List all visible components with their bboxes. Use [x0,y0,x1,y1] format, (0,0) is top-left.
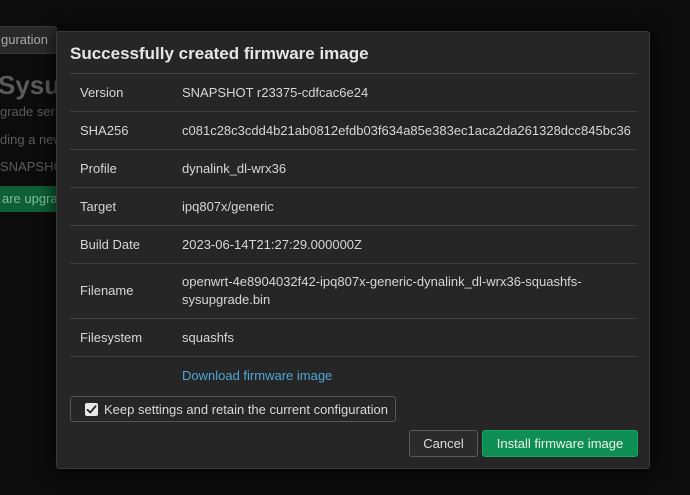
table-row: Version SNAPSHOT r23375-cdfcac6e24 [70,73,637,112]
row-value-target: ipq807x/generic [182,199,274,214]
row-key-target: Target [80,199,117,214]
checkmark-icon [86,404,97,413]
table-row: Build Date 2023-06-14T21:27:29.000000Z [70,225,637,264]
download-firmware-link[interactable]: Download firmware image [182,368,332,383]
background-text-line: ding a new [0,132,63,147]
row-value-sha256: c081c28c3cdd4b21ab0812efdb03f634a85e383e… [182,123,631,138]
dialog-title: Successfully created firmware image [70,44,369,63]
table-row: Filesystem squashfs [70,318,637,357]
row-value-build-date: 2023-06-14T21:27:29.000000Z [182,237,362,252]
row-key-filename: Filename [80,283,134,298]
row-key-profile: Profile [80,161,117,176]
table-row: Target ipq807x/generic [70,187,637,226]
install-firmware-button[interactable]: Install firmware image [482,430,638,457]
keep-settings-label: Keep settings and retain the current con… [104,401,389,417]
table-row: Filename openwrt-4e8904032f42-ipq807x-ge… [70,263,637,319]
firmware-info-table: Version SNAPSHOT r23375-cdfcac6e24 SHA25… [70,73,637,394]
table-row: Download firmware image [70,356,637,395]
row-key-version: Version [80,85,124,100]
table-row: Profile dynalink_dl-wrx36 [70,149,637,188]
table-row: SHA256 c081c28c3cdd4b21ab0812efdb03f634a… [70,111,637,150]
background-tab-configuration[interactable]: guration [0,26,57,54]
firmware-created-dialog: Successfully created firmware image Vers… [56,31,650,469]
download-cell: Download firmware image [172,357,637,395]
background-text-line: grade ser [0,104,55,119]
row-key-build-date: Build Date [80,237,140,252]
cancel-button[interactable]: Cancel [409,430,478,457]
keep-settings-checkbox[interactable] [85,402,98,416]
row-value-filesystem: squashfs [182,330,235,345]
row-key-sha256: SHA256 [80,123,129,138]
row-value-profile: dynalink_dl-wrx36 [182,161,287,176]
keep-settings-option[interactable]: Keep settings and retain the current con… [70,396,396,422]
row-value-version: SNAPSHOT r23375-cdfcac6e24 [182,85,369,100]
row-value-filename: openwrt-4e8904032f42-ipq807x-generic-dyn… [182,274,582,307]
row-key-empty [70,357,172,395]
row-key-filesystem: Filesystem [80,330,143,345]
